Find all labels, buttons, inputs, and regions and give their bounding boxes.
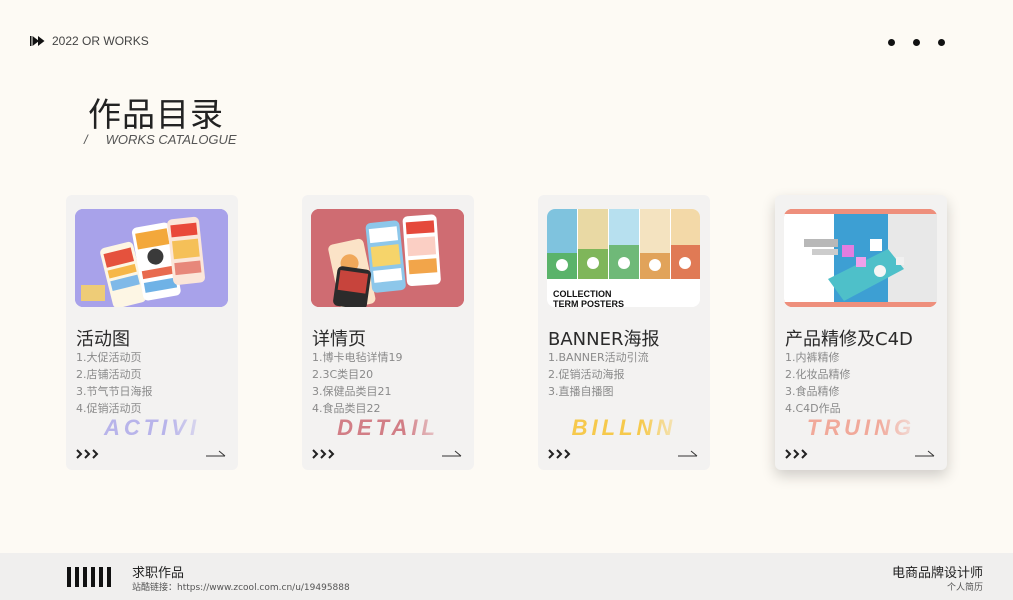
- arrow-right-icon[interactable]: [442, 448, 462, 458]
- card-activity[interactable]: 活动图 1.大促活动页 2.店铺活动页 3.节气节日海报 4.促销活动页 ACT…: [66, 195, 238, 470]
- thumb-caption-line: COLLECTION: [553, 289, 612, 299]
- card-title: 产品精修及C4D: [785, 329, 913, 350]
- subtitle-slash: /: [84, 132, 88, 147]
- list-item: 1.内裤精修: [785, 351, 840, 364]
- card-banner[interactable]: COLLECTION TERM POSTERS BANNER海报 1.BANNE…: [538, 195, 710, 470]
- more-dots-icon[interactable]: [888, 39, 945, 46]
- footer-bar: 求职作品 站酷链接：https://www.zcool.com.cn/u/194…: [0, 553, 1013, 600]
- page-title: 作品目录: [88, 95, 224, 134]
- dot: [938, 39, 945, 46]
- list-item: 3.保健品类目21: [312, 385, 392, 398]
- list-item: 1.BANNER活动引流: [548, 351, 649, 364]
- dot: [913, 39, 920, 46]
- activity-thumbnail: [75, 209, 228, 307]
- c4d-scene-illustration-icon: [784, 209, 937, 307]
- detail-thumbnail: [311, 209, 464, 307]
- card-watermark: BILLNN: [571, 415, 677, 440]
- card-item-list: 1.博卡电毡详情19 2.3C类目20 3.保健品类目21 4.食品类目22: [312, 349, 403, 417]
- card-watermark: DETAIL: [337, 415, 439, 440]
- card-retouch-c4d[interactable]: 产品精修及C4D 1.内裤精修 2.化妆品精修 3.食品精修 4.C4D作品 T…: [775, 195, 947, 470]
- card-item-list: 1.BANNER活动引流 2.促销活动海报 3.直播自播图: [548, 349, 649, 400]
- triple-chevron-icon: [76, 449, 99, 459]
- footer-resume: 个人简历: [946, 583, 983, 593]
- footer-site-link[interactable]: 站酷链接：https://www.zcool.com.cn/u/19495888: [132, 580, 350, 593]
- page-subtitle: / WORKS CATALOGUE: [84, 132, 237, 147]
- triple-chevron-icon: [312, 449, 335, 459]
- brand-text: 2022 OR WORKS: [52, 34, 149, 48]
- barcode-icon: [67, 567, 111, 587]
- card-detail[interactable]: 详情页 1.博卡电毡详情19 2.3C类目20 3.保健品类目21 4.食品类目…: [302, 195, 474, 470]
- triple-chevron-icon: [785, 449, 808, 459]
- c4d-thumbnail: [784, 209, 937, 307]
- arrow-right-icon[interactable]: [678, 448, 698, 458]
- arrow-right-icon[interactable]: [206, 448, 226, 458]
- footer-job-title: 求职作品: [132, 566, 185, 581]
- card-item-list: 1.内裤精修 2.化妆品精修 3.食品精修 4.C4D作品: [785, 349, 851, 417]
- list-item: 1.博卡电毡详情19: [312, 351, 403, 364]
- top-brand: 2022 OR WORKS: [30, 34, 149, 48]
- subtitle-text: WORKS CATALOGUE: [105, 132, 237, 147]
- dot: [888, 39, 895, 46]
- card-watermark: ACTIVI: [103, 415, 201, 440]
- list-item: 1.大促活动页: [76, 351, 142, 364]
- arrow-right-icon[interactable]: [915, 448, 935, 458]
- card-item-list: 1.大促活动页 2.店铺活动页 3.节气节日海报 4.促销活动页: [76, 349, 153, 417]
- thumb-caption: COLLECTION TERM POSTERS: [553, 289, 624, 307]
- card-title: 活动图: [76, 329, 130, 350]
- phones-illustration-icon: [75, 209, 228, 307]
- banner-thumbnail: COLLECTION TERM POSTERS: [547, 209, 700, 307]
- card-watermark: TRUING: [806, 415, 916, 440]
- footer-role: 电商品牌设计师: [891, 566, 983, 581]
- list-item: 2.店铺活动页: [76, 368, 142, 381]
- list-item: 3.食品精修: [785, 385, 840, 398]
- fast-forward-icon: [30, 36, 45, 46]
- thumb-caption-line: TERM POSTERS: [553, 299, 625, 307]
- list-item: 2.化妆品精修: [785, 368, 851, 381]
- list-item: 3.节气节日海报: [76, 385, 153, 398]
- list-item: 3.直播自播图: [548, 385, 614, 398]
- card-title: 详情页: [312, 329, 366, 350]
- list-item: 2.3C类目20: [312, 368, 374, 381]
- list-item: 2.促销活动海报: [548, 368, 625, 381]
- triple-chevron-icon: [548, 449, 571, 459]
- card-title: BANNER海报: [548, 329, 660, 350]
- phones-illustration-icon: [311, 209, 464, 307]
